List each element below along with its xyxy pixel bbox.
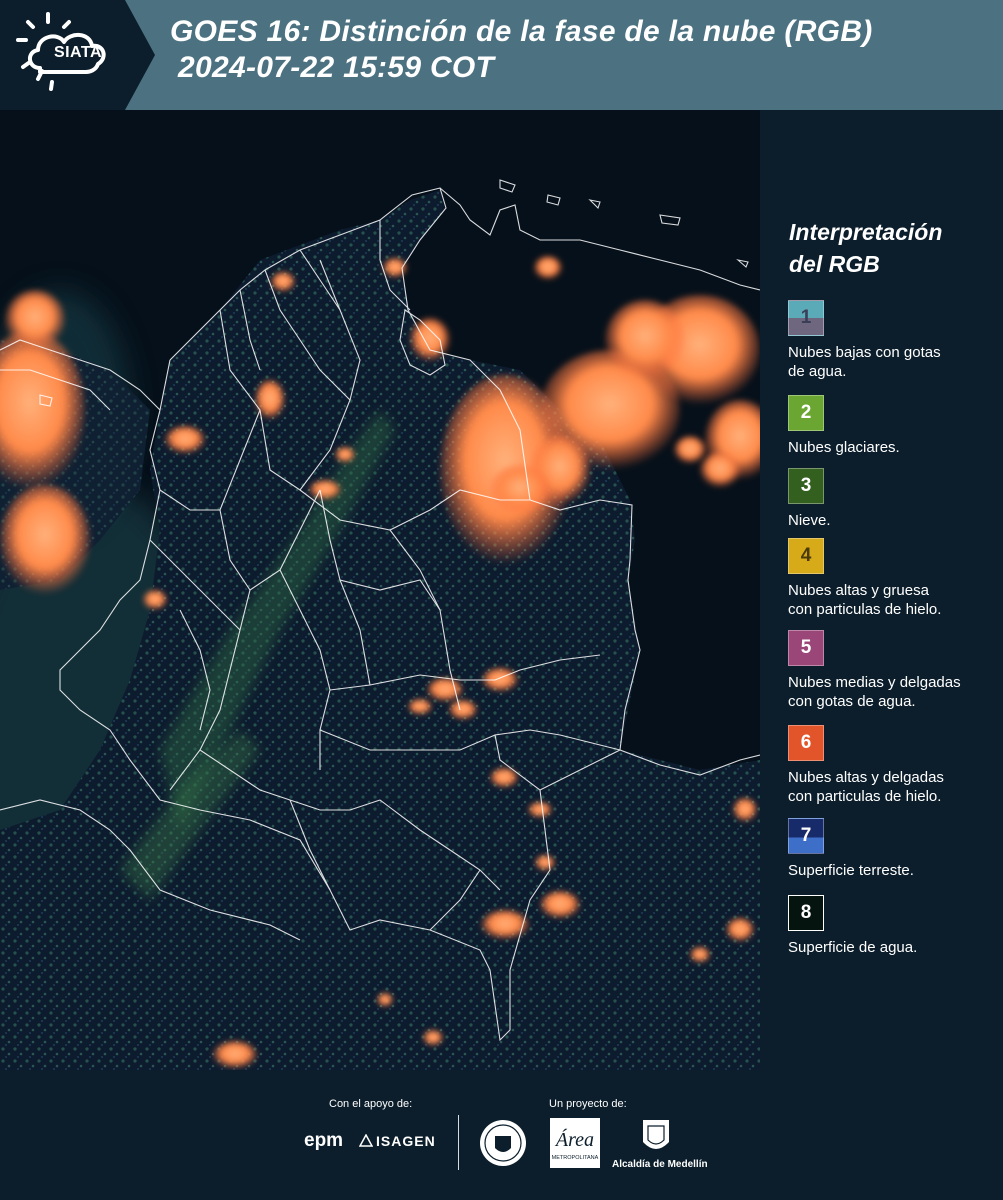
header-bar: SIATA GOES 16: Distinción de la fase de … <box>0 0 1003 110</box>
isagen-icon <box>359 1134 373 1147</box>
legend-item-7: 7 Superficie terreste. <box>788 818 998 880</box>
alcaldia-shield-icon <box>643 1120 669 1149</box>
legend-number-5: 5 <box>800 637 812 658</box>
title-line-1: GOES 16: Distinción de la fase de la nub… <box>170 15 873 48</box>
legend-item-8: 8 Superficie de agua. <box>788 895 998 957</box>
legend-number-4: 4 <box>800 545 812 566</box>
university-seal-icon <box>480 1120 526 1166</box>
map-canvas <box>0 110 760 1070</box>
footer-divider <box>458 1115 459 1170</box>
legend-item-2: 2 Nubes glaciares. <box>788 395 998 457</box>
rgb-legend: Interpretación del RGB 1 Nubes bajas con… <box>760 110 1003 1070</box>
legend-number-2: 2 <box>800 402 812 423</box>
legend-label-4: Nubes altas y gruesa con particulas de h… <box>788 582 942 618</box>
legend-item-1: 1 Nubes bajas con gotas de agua. <box>788 300 998 381</box>
legend-swatch-8: 8 <box>788 895 824 931</box>
project-label: Un proyecto de: <box>549 1098 627 1110</box>
legend-swatch-4: 4 <box>788 538 824 574</box>
alcaldia-medellin-text: Alcaldía de Medellín <box>612 1159 708 1170</box>
siata-logo: SIATA <box>0 0 155 110</box>
footer-sponsors: Con el apoyo de: Un proyecto de: epm ISA… <box>0 1070 1003 1200</box>
legend-number-8: 8 <box>800 902 812 923</box>
legend-title: Interpretación del RGB <box>789 216 989 280</box>
legend-label-1: Nubes bajas con gotas de agua. <box>788 344 941 380</box>
legend-item-3: 3 Nieve. <box>788 468 998 530</box>
legend-number-7: 7 <box>800 825 812 846</box>
legend-label-5: Nubes medias y delgadas con gotas de agu… <box>788 674 961 710</box>
legend-label-3: Nieve. <box>788 512 831 529</box>
legend-item-6: 6 Nubes altas y delgadas con particulas … <box>788 725 998 806</box>
legend-item-5: 5 Nubes medias y delgadas con gotas de a… <box>788 630 998 711</box>
legend-swatch-7: 7 <box>788 818 824 854</box>
legend-title-line-1: Interpretación <box>789 219 943 245</box>
legend-label-2: Nubes glaciares. <box>788 439 900 456</box>
isagen-logo: ISAGEN <box>376 1133 436 1149</box>
legend-label-6: Nubes altas y delgadas con particulas de… <box>788 769 944 805</box>
legend-swatch-1: 1 <box>788 300 824 336</box>
legend-label-7: Superficie terreste. <box>788 862 914 879</box>
satellite-rgb-map[interactable] <box>0 110 760 1070</box>
legend-number-1: 1 <box>800 307 812 328</box>
legend-label-8: Superficie de agua. <box>788 939 918 956</box>
area-metropolitana-logo: Área METROPOLITANA <box>550 1118 600 1168</box>
legend-item-4: 4 Nubes altas y gruesa con particulas de… <box>788 538 998 619</box>
svg-text:METROPOLITANA: METROPOLITANA <box>552 1155 599 1161</box>
svg-text:Área: Área <box>554 1128 594 1151</box>
support-label: Con el apoyo de: <box>329 1098 413 1110</box>
legend-number-3: 3 <box>800 475 812 496</box>
legend-swatch-3: 3 <box>788 468 824 504</box>
title-timestamp: 2024-07-22 15:59 COT <box>178 51 495 84</box>
legend-swatch-6: 6 <box>788 725 824 761</box>
legend-swatch-2: 2 <box>788 395 824 431</box>
legend-swatch-5: 5 <box>788 630 824 666</box>
epm-logo: epm <box>304 1130 344 1151</box>
siata-logo-text: SIATA <box>53 44 103 61</box>
legend-number-6: 6 <box>800 732 812 753</box>
legend-title-line-2: del RGB <box>789 251 880 277</box>
page-title: GOES 16: Distinción de la fase de la nub… <box>170 14 873 86</box>
